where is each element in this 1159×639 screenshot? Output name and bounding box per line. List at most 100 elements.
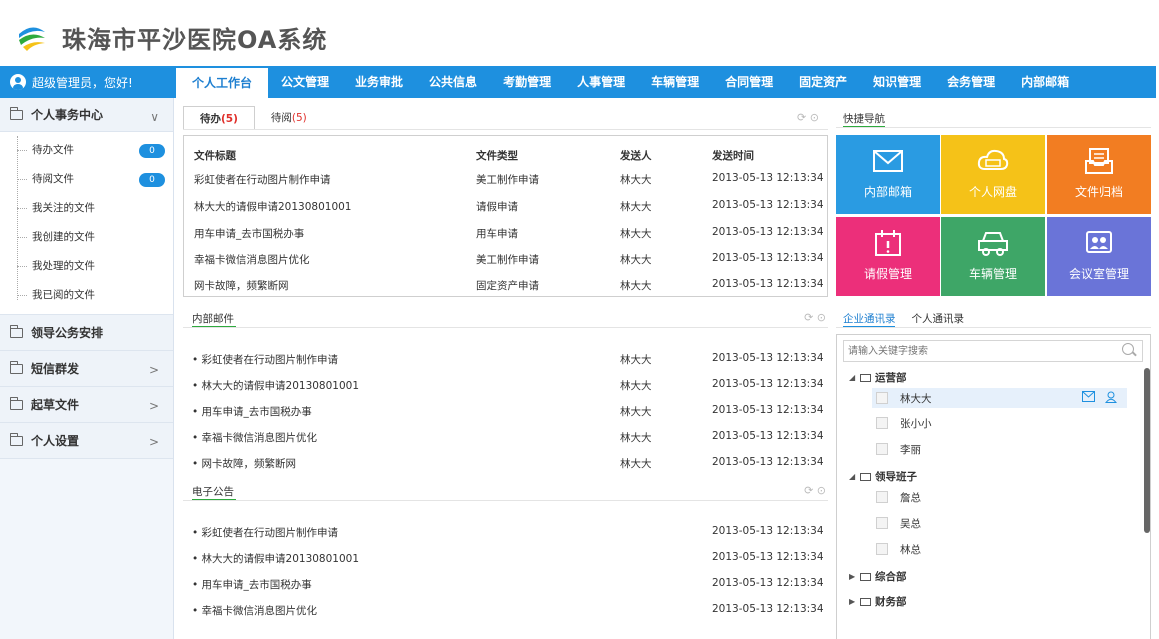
item-time: 2013-05-13 12:13:34 [712,603,824,615]
avatar-icon [876,443,888,455]
refresh-icon[interactable]: ⟳ ⊙ [804,484,826,497]
list-item[interactable]: • 用车申请_去市国税办事 2013-05-13 12:13:34 [183,571,828,597]
tab-personal-contacts[interactable]: 个人通讯录 [912,311,965,326]
list-item[interactable]: • 幸福卡微信消息图片优化 2013-05-13 12:13:34 [183,597,828,623]
table-row[interactable]: 用车申请_去市国税办事 用车申请 林大大 2013-05-13 12:13:34 [184,220,829,246]
logo-icon [17,22,47,52]
tab-documents[interactable]: 公文管理 [268,66,342,98]
item-sender: 林大大 [620,406,652,418]
tree-person[interactable]: 林总 [872,539,1127,559]
tree-person[interactable]: 李丽 [872,439,1127,459]
user-profile-icon[interactable] [1105,391,1117,403]
item-time: 2013-05-13 12:13:34 [712,352,824,364]
tree-person[interactable]: 詹总 [872,487,1127,507]
sidebar-item-toread-files[interactable]: 待阅文件 0 [0,165,173,194]
list-item[interactable]: • 用车申请_去市国税办事 林大大 2013-05-13 12:13:34 [183,398,828,424]
tile-personal-disk[interactable]: 个人网盘 [941,135,1045,214]
folder-icon [860,472,871,481]
chevron-right-icon: > [148,363,159,377]
item-sender: 林大大 [620,380,652,392]
sidebar-group-personal[interactable]: 个人事务中心 ∨ [0,98,173,132]
cell-title: 网卡故障，频繁断网 [194,280,289,292]
cell-sender: 林大大 [620,174,652,186]
scrollbar[interactable] [1144,368,1150,533]
sidebar-personal-items: 待办文件 0 待阅文件 0 我关注的文件 我创建的文件 我处理的文件 我已阅的文… [0,132,173,315]
list-item[interactable]: • 林大大的请假申请20130801001 林大大 2013-05-13 12:… [183,372,828,398]
user-greeting-box[interactable]: 超级管理员，您好! [0,66,170,98]
car-icon [978,232,1008,256]
tab-attendance[interactable]: 考勤管理 [490,66,564,98]
tab-personal-workbench[interactable]: 个人工作台 [176,68,269,98]
tab-internal-mail[interactable]: 内部邮箱 [1008,66,1082,98]
tab-company-contacts[interactable]: 企业通讯录 [843,311,896,326]
tile-meeting-room[interactable]: 会议室管理 [1047,217,1151,296]
tile-internal-mail[interactable]: 内部邮箱 [836,135,940,214]
app-header: 珠海市平沙医院OA系统 [0,0,1159,66]
tree-person[interactable]: 林大大 [872,388,1127,408]
divider [836,127,1151,128]
tree-dept-leadership[interactable]: ◢ 领导班子 [849,469,917,484]
tab-knowledge[interactable]: 知识管理 [860,66,934,98]
list-item[interactable]: • 幸福卡微信消息图片优化 林大大 2013-05-13 12:13:34 [183,424,828,450]
table-row[interactable]: 网卡故障，频繁断网 固定资产申请 林大大 2013-05-13 12:13:34 [184,272,829,298]
item-time: 2013-05-13 12:13:34 [712,551,824,563]
tree-dept-finance[interactable]: ▶ 财务部 [849,594,907,609]
user-icon [10,74,26,90]
tab-hr[interactable]: 人事管理 [564,66,638,98]
item-title: • 网卡故障，频繁断网 [192,458,297,470]
tab-approval[interactable]: 业务审批 [342,66,416,98]
tab-meetings[interactable]: 会务管理 [934,66,1008,98]
sidebar-group-sms[interactable]: 短信群发 > [0,351,173,387]
sidebar-item-handled-files[interactable]: 我处理的文件 [0,252,173,281]
tree-dept-operations[interactable]: ◢ 运营部 [849,370,907,385]
table-row[interactable]: 幸福卡微信消息图片优化 美工制作申请 林大大 2013-05-13 12:13:… [184,246,829,272]
tab-todo[interactable]: 待办(5) [183,106,255,130]
list-item[interactable]: • 网卡故障，频繁断网 林大大 2013-05-13 12:13:34 [183,450,828,476]
list-item[interactable]: • 林大大的请假申请20130801001 2013-05-13 12:13:3… [183,545,828,571]
dept-name: 财务部 [875,596,907,608]
tile-file-archive[interactable]: 文件归档 [1047,135,1151,214]
sidebar-item-created-files[interactable]: 我创建的文件 [0,223,173,252]
item-sender: 林大大 [620,354,652,366]
sidebar-group-label: 起草文件 [31,398,80,412]
tile-vehicle-management[interactable]: 车辆管理 [941,217,1045,296]
tile-leave-management[interactable]: 请假管理 [836,217,940,296]
col-header: 文件标题 [194,150,236,162]
list-item[interactable]: • 彩虹使者在行动图片制作申请 林大大 2013-05-13 12:13:34 [183,346,828,372]
tab-toread[interactable]: 待阅(5) [255,106,323,130]
mail-icon [873,150,903,172]
refresh-icon[interactable]: ⟳ ⊙ [804,311,826,324]
col-header: 发送人 [620,150,652,162]
contact-search-input[interactable] [843,340,1143,362]
sidebar-item-label: 待阅文件 [32,173,74,185]
item-title: • 彩虹使者在行动图片制作申请 [192,354,339,366]
user-greeting: 超级管理员，您好! [32,75,133,90]
tree-person[interactable]: 吴总 [872,513,1127,533]
mail-icon[interactable] [1082,391,1095,402]
chevron-right-icon: > [148,435,159,449]
sidebar-group-settings[interactable]: 个人设置 > [0,423,173,459]
sidebar-item-read-files[interactable]: 我已阅的文件 [0,281,173,310]
dept-name: 运营部 [875,372,907,384]
sidebar-group-label: 个人事务中心 [31,108,104,122]
tab-fixed-assets[interactable]: 固定资产 [786,66,860,98]
list-item[interactable]: • 彩虹使者在行动图片制作申请 2013-05-13 12:13:34 [183,519,828,545]
sidebar-item-todo-files[interactable]: 待办文件 0 [0,136,173,165]
avatar-icon [876,517,888,529]
search-icon[interactable] [1122,343,1134,355]
tab-vehicles[interactable]: 车辆管理 [638,66,712,98]
tab-contracts[interactable]: 合同管理 [712,66,786,98]
sidebar-item-followed-files[interactable]: 我关注的文件 [0,194,173,223]
tile-label: 请假管理 [863,267,912,281]
item-time: 2013-05-13 12:13:34 [712,378,824,390]
cell-time: 2013-05-13 12:13:34 [712,199,824,211]
table-row[interactable]: 林大大的请假申请20130801001 请假申请 林大大 2013-05-13 … [184,193,829,219]
sidebar-group-leader-schedule[interactable]: 领导公务安排 [0,315,173,351]
table-row[interactable]: 彩虹使者在行动图片制作申请 美工制作申请 林大大 2013-05-13 12:1… [184,166,829,192]
sidebar-group-draft[interactable]: 起草文件 > [0,387,173,423]
tree-dept-general[interactable]: ▶ 综合部 [849,569,907,584]
tab-public-info[interactable]: 公共信息 [416,66,490,98]
tree-person[interactable]: 张小小 [872,413,1127,433]
item-sender: 林大大 [620,458,652,470]
table-header-row: 文件标题 文件类型 发送人 发送时间 [184,142,829,168]
